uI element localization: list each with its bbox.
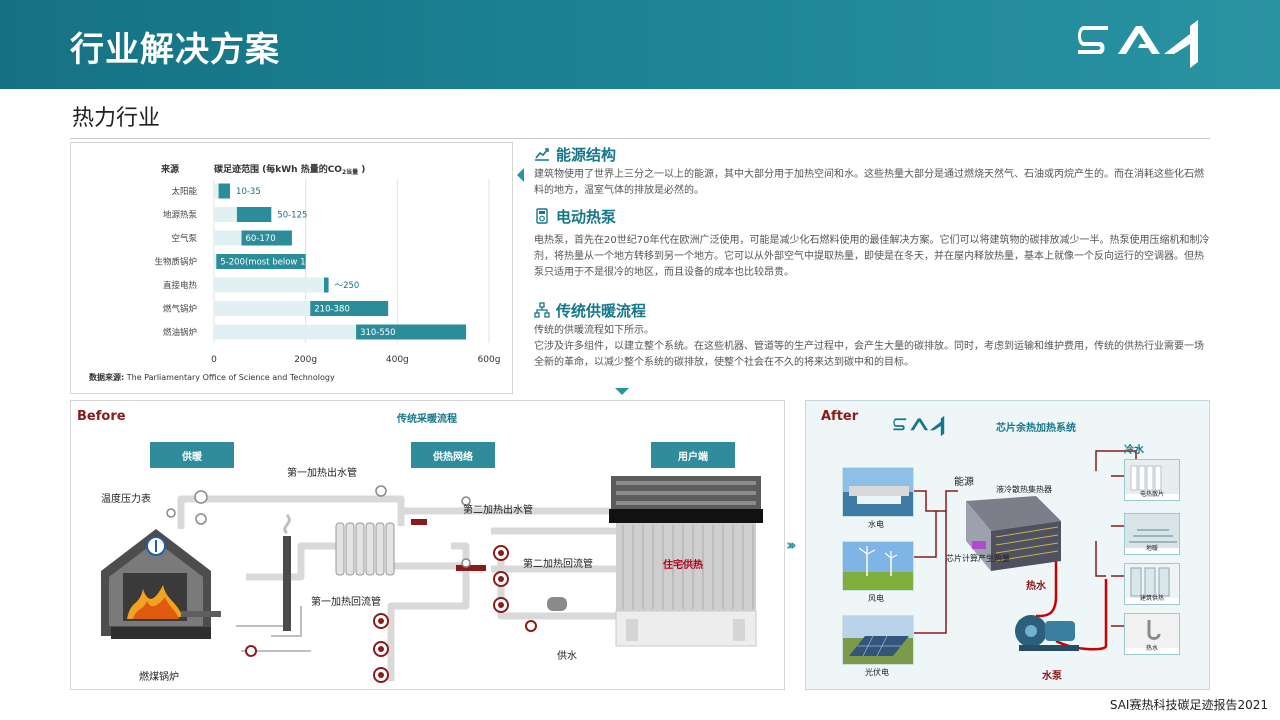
- chart-value-label: ～250: [335, 281, 360, 291]
- page-title: 行业解决方案: [70, 30, 280, 70]
- section-body: 电热泵，首先在20世纪70年代在欧洲广泛使用，可能是减少化石燃料使用的最佳解决方…: [534, 235, 1210, 278]
- pointer-down-icon: [615, 388, 629, 395]
- use-card-building-heating: 建筑供热: [1124, 563, 1180, 605]
- label-pipe2-out: 第二加热出水管: [463, 505, 533, 516]
- chart-x-tick: 0: [211, 355, 217, 365]
- chart-bar: [218, 183, 231, 199]
- photo-solar-power: [842, 615, 914, 665]
- chart-category-label: 燃气锅炉: [163, 304, 197, 315]
- chart-value-label: 50-125: [277, 211, 307, 221]
- chart-bar-track: [214, 277, 329, 293]
- header-banner: 行业解决方案: [0, 0, 1280, 89]
- chart-category-label: 空气泵: [171, 233, 197, 244]
- chart-bars: 太阳能 10-35 地源热泵 50-125 空气泵 60-170 生物质锅炉 5-200(mo…: [154, 183, 467, 340]
- after-panel: After 芯片余热加热系统 水电 风电 光伏电 能源 液冷散热集热器 芯片计算…: [805, 400, 1210, 690]
- chart-x-axis: 0 200g 400g 600g: [211, 355, 500, 365]
- label-pipe1-out: 第一加热出水管: [287, 468, 357, 479]
- label-pump: 水泵: [1042, 671, 1062, 682]
- label-energy: 能源: [954, 477, 974, 488]
- carbon-footprint-chart: 来源 碳足迹范围 (每kWh 热量的CO2当量 ) 太阳能 10-35 地源热泵 50…: [70, 142, 513, 394]
- chart-value-label: 10-35: [236, 187, 261, 197]
- label-pipe1-back: 第一加热回流管: [311, 597, 381, 608]
- label-wind-power: 风电: [868, 594, 884, 603]
- next-arrow-icon: ›››: [786, 536, 796, 554]
- section-title: 电动热泵: [556, 207, 617, 226]
- label-coal-boiler: 燃煤锅炉: [139, 672, 179, 683]
- heat-pump-icon: [536, 208, 548, 224]
- label-water-supply: 供水: [557, 651, 577, 662]
- label-residential-heating: 住宅供热: [663, 560, 703, 571]
- pointer-left-icon: [517, 168, 524, 182]
- chart-category-label: 太阳能: [171, 186, 197, 197]
- use-card-floor-heating: 地暖: [1124, 513, 1180, 555]
- section-title: 能源结构: [556, 145, 617, 164]
- section-body: 建筑物使用了世界上三分之一以上的能源，其中大部分用于加热空间和水。这些热量大部分…: [534, 169, 1204, 196]
- chart-value-label: 210-380: [314, 305, 350, 315]
- label-hydropower: 水电: [868, 520, 884, 529]
- label-solar-power: 光伏电: [865, 668, 889, 677]
- use-card-radiator: 电热散片: [1124, 459, 1180, 501]
- use-card-hot-water: 热水: [1124, 613, 1180, 655]
- section-subtitle: 热力行业: [72, 106, 161, 131]
- chart-x-tick: 200g: [294, 355, 317, 365]
- divider: [70, 138, 1210, 139]
- photo-wind-power: [842, 541, 914, 591]
- section-heat-pump: 电动热泵 电热泵，首先在20世纪70年代在欧洲广泛使用，可能是减少化石燃料使用的…: [534, 205, 1210, 281]
- chart-source-note: 数据来源: The Parliamentary Office of Scienc…: [89, 373, 335, 382]
- chart-x-tick: 400g: [386, 355, 409, 365]
- heating-diagram: [101, 476, 763, 683]
- section-body: 传统的供暖流程如下所示。 它涉及许多组件，以建立整个系统。在这些机器、管道等的生…: [534, 325, 1204, 368]
- chart-category-label: 地源热泵: [163, 210, 198, 221]
- photo-hydropower: [842, 467, 914, 517]
- label-cold-water: 冷水: [1124, 445, 1144, 456]
- chart-line-icon: [535, 148, 549, 161]
- chart-col-source: 来源: [160, 163, 179, 175]
- section-traditional-heating: 传统供暖流程 传统的供暖流程如下所示。 它涉及许多组件，以建立整个系统。在这些机…: [534, 299, 1210, 371]
- chart-value-label: 60-170: [246, 234, 276, 244]
- chart-bar: [324, 277, 329, 293]
- chart-col-range: 碳足迹范围 (每kWh 热量的CO2当量 ): [214, 163, 365, 176]
- chart-x-tick: 600g: [478, 355, 501, 365]
- chart-category-label: 直接电热: [163, 280, 198, 291]
- chart-canvas: 来源 碳足迹范围 (每kWh 热量的CO2当量 ) 太阳能 10-35 地源热泵 50…: [154, 163, 500, 365]
- section-title: 传统供暖流程: [556, 301, 647, 320]
- label-collector: 液冷散热集热器: [996, 485, 1052, 494]
- chart-value-label: 5-200(most below 100): [220, 258, 319, 268]
- chart-value-label: 310-550: [360, 328, 396, 338]
- chart-category-label: 燃油锅炉: [163, 327, 197, 338]
- footer-report-title: SAI赛热科技碳足迹报告2021: [1109, 698, 1268, 712]
- label-hot-water: 热水: [1026, 581, 1046, 592]
- label-chip-heat: 芯片计算产生热量: [946, 554, 1010, 563]
- flow-tree-icon: [534, 302, 550, 318]
- chart-bar: [236, 207, 272, 222]
- chart-category-label: 生物质锅炉: [154, 257, 197, 268]
- sai-logo-icon: [1078, 20, 1198, 68]
- label-gauge: 温度压力表: [101, 494, 151, 505]
- label-pipe2-back: 第二加热回流管: [523, 559, 593, 570]
- section-energy-structure: 能源结构 建筑物使用了世界上三分之一以上的能源，其中大部分用于加热空间和水。这些…: [534, 143, 1210, 199]
- before-panel: Before 传统采暖流程 供暖 供热网络 用户端 第一加热出水管 第二加热出水…: [70, 400, 785, 690]
